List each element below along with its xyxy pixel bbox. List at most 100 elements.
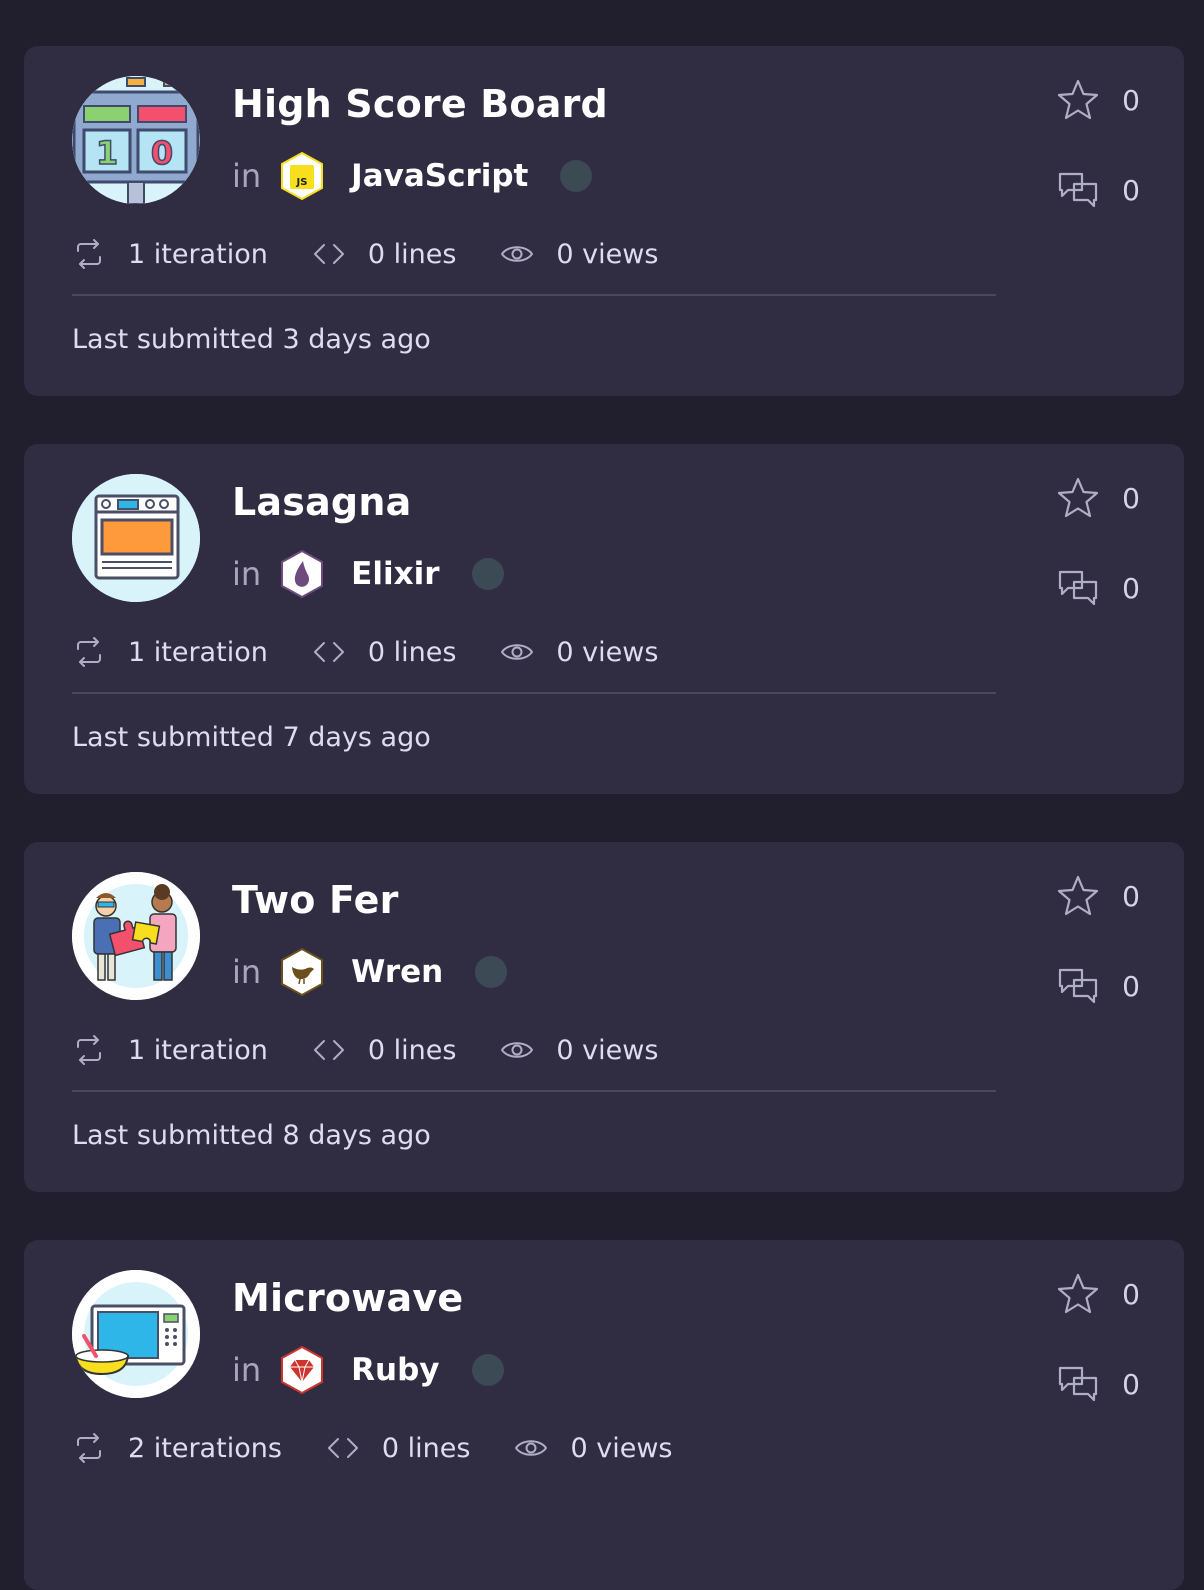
track-row: in Elixir: [232, 548, 504, 600]
stars-counter[interactable]: 0: [1056, 872, 1140, 920]
stars-counter[interactable]: 0: [1056, 76, 1140, 124]
stars-count: 0: [1122, 481, 1140, 515]
comments-count: 0: [1122, 173, 1140, 207]
eye-icon: [515, 1440, 548, 1456]
lines-stat: 0 lines: [326, 1431, 471, 1465]
views-stat: 0 views: [500, 1033, 658, 1067]
iterations-stat: 1 iteration: [72, 635, 268, 669]
track-name[interactable]: Elixir: [351, 556, 439, 592]
comments-counter[interactable]: 0: [1056, 962, 1140, 1010]
solution-stats: 1 iteration 0 lines 0 views: [72, 232, 702, 276]
last-submitted: Last submitted 7 days ago: [72, 722, 431, 753]
stars-count: 0: [1122, 83, 1140, 117]
solution-reactions: 0 0: [1056, 1270, 1140, 1450]
solution-card-microwave[interactable]: Microwave in Ruby 2 iterations 0 lines 0…: [24, 1240, 1184, 1590]
iterations-icon: [77, 1433, 101, 1463]
eye-icon: [501, 1042, 534, 1058]
in-label: in: [232, 555, 262, 593]
track-name[interactable]: JavaScript: [351, 158, 528, 194]
lines-stat: 0 lines: [312, 635, 457, 669]
solution-stats: 1 iteration 0 lines 0 views: [72, 630, 702, 674]
iterations-count: 1 iteration: [128, 1034, 268, 1066]
views-count: 0 views: [556, 238, 659, 270]
comments-count: 0: [1122, 1367, 1140, 1401]
solution-title[interactable]: Microwave: [232, 1276, 463, 1320]
iterations-count: 1 iteration: [128, 238, 268, 270]
lines-count: 0 lines: [367, 636, 457, 668]
track-row: in Ruby: [232, 1344, 504, 1396]
star-icon[interactable]: [1056, 78, 1100, 122]
star-icon[interactable]: [1056, 874, 1100, 918]
views-count: 0 views: [556, 636, 659, 668]
solution-title[interactable]: Lasagna: [232, 480, 411, 524]
svg-text:JS: JS: [296, 177, 308, 188]
track-row: in Wren: [232, 946, 508, 998]
views-count: 0 views: [556, 1034, 659, 1066]
eye-icon: [501, 644, 534, 660]
iterations-count: 2 iterations: [128, 1432, 282, 1464]
comments-icon[interactable]: [1056, 1362, 1100, 1406]
star-icon[interactable]: [1056, 476, 1100, 520]
views-stat: 0 views: [500, 635, 658, 669]
solution-card-lasagna[interactable]: Lasagna in Elixir 1 iteration 0 lines 0 …: [24, 444, 1184, 794]
star-icon[interactable]: [1056, 1272, 1100, 1316]
comments-counter[interactable]: 0: [1056, 564, 1140, 612]
comments-icon[interactable]: [1056, 168, 1100, 212]
code-icon: [313, 1040, 344, 1060]
solution-stats: 1 iteration 0 lines 0 views: [72, 1028, 702, 1072]
in-label: in: [232, 157, 262, 195]
stars-count: 0: [1122, 879, 1140, 913]
solution-title[interactable]: Two Fer: [232, 878, 399, 922]
iterations-icon: [77, 637, 101, 667]
elixir-icon: [279, 549, 325, 599]
lines-stat: 0 lines: [312, 237, 457, 271]
status-dot: [560, 160, 593, 192]
iterations-stat: 2 iterations: [72, 1431, 282, 1465]
svg-text:1: 1: [96, 134, 118, 172]
iterations-count: 1 iteration: [128, 636, 268, 668]
solution-reactions: 0 0: [1056, 872, 1140, 1052]
track-name[interactable]: Ruby: [351, 1352, 439, 1388]
scoreboard-icon: 1 0: [72, 76, 200, 204]
lines-stat: 0 lines: [312, 1033, 456, 1067]
code-icon: [313, 642, 344, 662]
iterations-icon: [77, 239, 101, 269]
track-name[interactable]: Wren: [351, 954, 443, 990]
lines-count: 0 lines: [367, 238, 457, 270]
comments-counter[interactable]: 0: [1056, 166, 1140, 214]
views-count: 0 views: [570, 1432, 673, 1464]
comments-counter[interactable]: 0: [1056, 1360, 1140, 1408]
last-submitted: Last submitted 3 days ago: [72, 324, 431, 355]
views-stat: 0 views: [514, 1431, 672, 1465]
eye-icon: [501, 246, 534, 262]
stars-counter[interactable]: 0: [1056, 1270, 1140, 1318]
status-dot: [475, 956, 508, 988]
in-label: in: [232, 1351, 262, 1389]
solution-title[interactable]: High Score Board: [232, 82, 608, 126]
divider: [72, 294, 996, 296]
stars-counter[interactable]: 0: [1056, 474, 1140, 522]
comments-icon[interactable]: [1056, 964, 1100, 1008]
track-row: in JS JavaScript: [232, 150, 593, 202]
solution-card-two-fer[interactable]: Two Fer in Wren 1 iteration 0 lines 0 vi…: [24, 842, 1184, 1192]
solution-stats: 2 iterations 0 lines 0 views: [72, 1426, 716, 1470]
status-dot: [471, 1354, 504, 1386]
javascript-icon: JS: [279, 151, 325, 201]
solution-card-high-score-board[interactable]: 1 0 High Score Board in JS JavaScript 1 …: [24, 46, 1184, 396]
divider: [72, 1090, 996, 1092]
divider: [72, 692, 996, 694]
solution-reactions: 0 0: [1056, 474, 1140, 654]
last-submitted: Last submitted 8 days ago: [72, 1120, 431, 1151]
comments-count: 0: [1122, 571, 1140, 605]
iterations-icon: [77, 1035, 101, 1065]
views-stat: 0 views: [500, 237, 658, 271]
lines-count: 0 lines: [381, 1432, 471, 1464]
wren-icon: [279, 947, 325, 997]
comments-count: 0: [1122, 969, 1140, 1003]
iterations-stat: 1 iteration: [72, 237, 268, 271]
code-icon: [327, 1438, 358, 1458]
comments-icon[interactable]: [1056, 566, 1100, 610]
ruby-icon: [279, 1345, 325, 1395]
code-icon: [313, 244, 344, 264]
microwave-icon: [72, 1270, 200, 1398]
